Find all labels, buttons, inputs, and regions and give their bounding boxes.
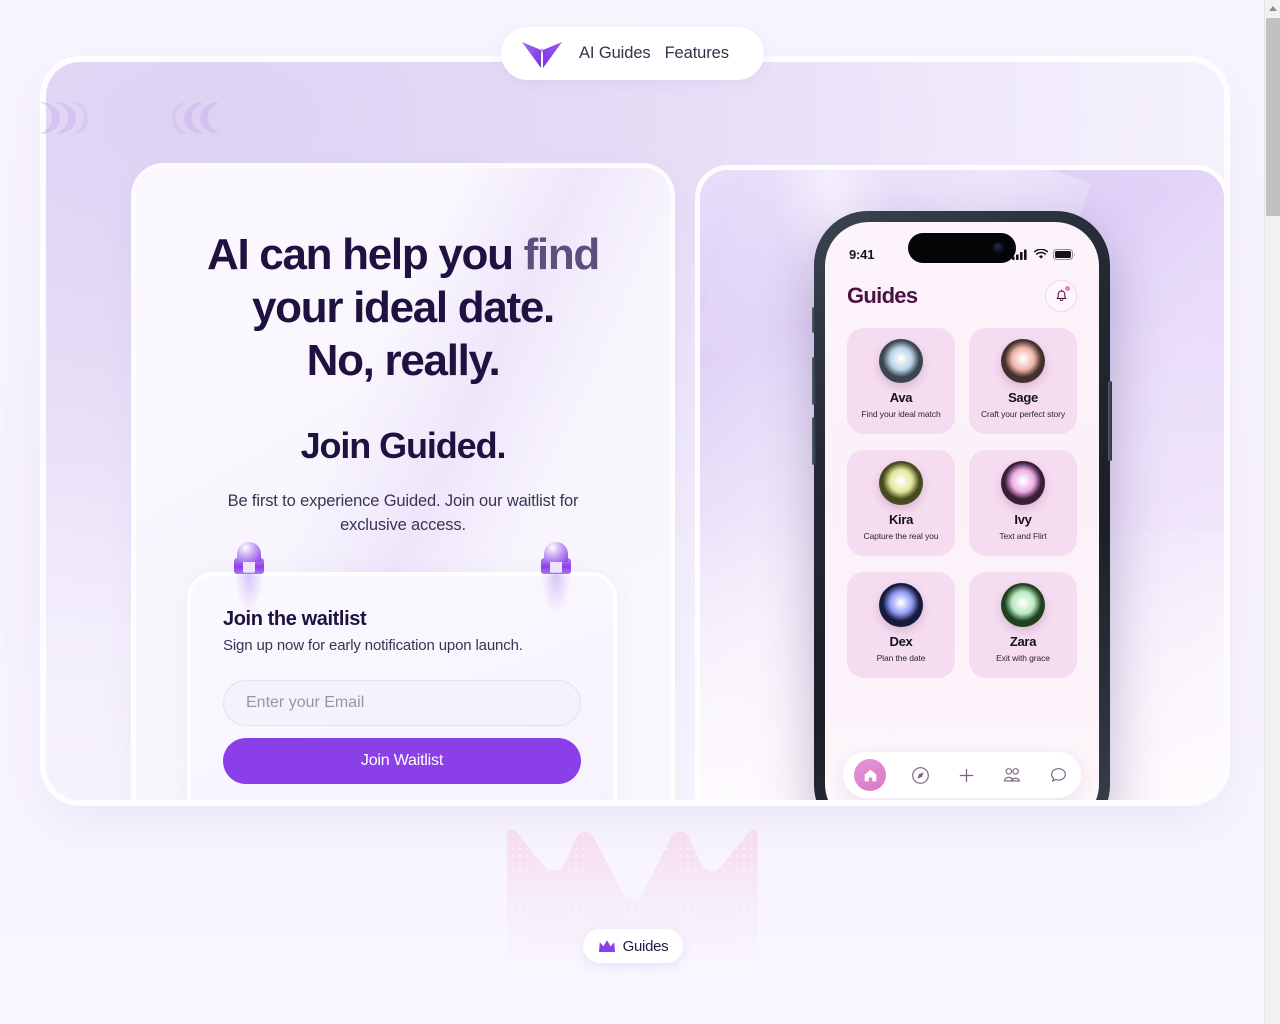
headline-highlight: find [523, 230, 601, 279]
guide-name: Zara [1009, 634, 1037, 649]
tab-home[interactable] [854, 759, 886, 791]
waitlist-title: Join the waitlist [223, 608, 367, 630]
guide-card[interactable]: Kira Capture the real you [847, 450, 955, 556]
page-scrollbar[interactable] [1264, 0, 1280, 1024]
guide-tagline: Exit with grace [996, 653, 1050, 663]
guide-name: Ivy [1014, 512, 1032, 527]
tab-messages[interactable] [1046, 763, 1070, 787]
guides-grid: Ava Find your ideal match Sage Craft your p… [847, 328, 1077, 678]
headline-line-2: No, really. [306, 336, 501, 385]
nav-link-features[interactable]: Features [665, 44, 729, 63]
chat-icon [1050, 767, 1066, 782]
phone-mute-switch[interactable] [812, 307, 816, 333]
guides-badge[interactable]: Guides [583, 929, 683, 963]
guide-card[interactable]: Zara Exit with grace [969, 572, 1077, 678]
phone-screen: 9:41 Guides Ava Find your ideal match Sa… [825, 222, 1099, 800]
guide-card[interactable]: Ivy Text and Flirt [969, 450, 1077, 556]
plus-icon [959, 768, 973, 782]
scroll-up-arrow-icon[interactable] [1265, 0, 1280, 17]
scrollbar-thumb[interactable] [1266, 18, 1280, 216]
battery-icon [1053, 248, 1075, 260]
headline-line-1b: your ideal date. [252, 283, 555, 332]
phone-showcase-panel: 9:41 Guides Ava Find your ideal match Sa… [700, 170, 1224, 800]
home-icon [864, 769, 876, 781]
guide-tagline: Find your ideal match [861, 409, 941, 419]
tab-community[interactable] [1000, 763, 1024, 787]
guide-tagline: Text and Flirt [999, 531, 1047, 541]
phone-power-button[interactable] [1108, 381, 1112, 461]
status-time: 9:41 [849, 246, 875, 262]
guide-avatar [879, 583, 923, 627]
butterfly-wing-logo-icon[interactable] [521, 39, 563, 69]
page-viewport: AI Guides Features AI can help you find … [0, 0, 1280, 1024]
guide-tagline: Craft your perfect story [980, 409, 1066, 419]
top-navigation-bar: AI Guides Features [501, 27, 764, 80]
waitlist-subtitle: Sign up now for early notification upon … [223, 637, 523, 654]
nav-link-ai-guides[interactable]: AI Guides [579, 44, 651, 63]
front-camera-icon [993, 242, 1004, 254]
people-icon [1003, 768, 1021, 782]
notification-badge-dot [1065, 286, 1070, 291]
guide-name: Kira [888, 512, 914, 527]
guide-name: Ava [889, 390, 913, 405]
bottom-tab-bar [843, 752, 1081, 798]
guide-name: Sage [1008, 390, 1038, 405]
guide-tagline: Capture the real you [863, 531, 939, 541]
waitlist-form-card: Join the waitlist Sign up now for early … [191, 576, 613, 800]
guide-avatar [1001, 583, 1045, 627]
guide-name: Dex [889, 634, 913, 649]
guides-badge-label: Guides [622, 937, 669, 955]
hero-lede-text: Be first to experience Guided. Join our … [227, 492, 579, 534]
phone-volume-up-button[interactable] [812, 357, 816, 405]
headline-line-1a: AI can help you [206, 230, 524, 279]
hero-subheadline: Join Guided. [300, 425, 507, 466]
phone-mockup: 9:41 Guides Ava Find your ideal match Sa… [812, 211, 1112, 800]
guide-avatar [1001, 461, 1045, 505]
app-header: Guides [825, 272, 1099, 320]
dynamic-island [908, 233, 1016, 263]
tab-create[interactable] [954, 763, 978, 787]
crown-icon [598, 939, 615, 952]
tab-explore[interactable] [908, 763, 932, 787]
wifi-icon [1034, 248, 1048, 259]
compass-icon [911, 766, 929, 784]
notifications-button[interactable] [1045, 280, 1077, 312]
guide-avatar [1001, 339, 1045, 383]
guide-card[interactable]: Dex Plan the date [847, 572, 955, 678]
guide-card[interactable]: Ava Find your ideal match [847, 328, 955, 434]
phone-volume-down-button[interactable] [812, 417, 816, 465]
join-waitlist-button[interactable]: Join Waitlist [223, 738, 581, 784]
guide-card[interactable]: Sage Craft your perfect story [969, 328, 1077, 434]
guide-avatar [879, 339, 923, 383]
page-title: AI can help you find your ideal date. No… [170, 228, 636, 387]
app-title: Guides [847, 283, 918, 308]
guide-avatar [879, 461, 923, 505]
hero-stage-panel: AI can help you find your ideal date. No… [46, 62, 1224, 800]
email-field[interactable] [223, 680, 581, 726]
guide-tagline: Plan the date [876, 653, 926, 663]
